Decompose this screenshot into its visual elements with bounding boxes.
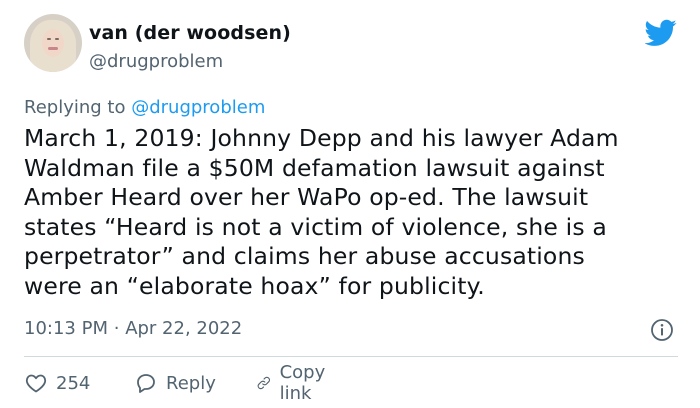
avatar-lips: [48, 47, 58, 50]
replying-to: Replying to @drugproblem: [24, 97, 265, 118]
reply-button[interactable]: Reply: [134, 370, 216, 396]
copy-link-button[interactable]: Copy link: [256, 362, 334, 404]
link-icon: [257, 376, 271, 390]
reply-bubble-icon: [137, 374, 155, 393]
replying-handle-link[interactable]: @drugproblem: [131, 97, 265, 118]
avatar[interactable]: [24, 14, 82, 72]
avatar-eye: [47, 38, 51, 40]
tweet-text: March 1, 2019: Johnny Depp and his lawye…: [24, 124, 619, 300]
divider: [24, 356, 678, 357]
twitter-bird-icon[interactable]: [645, 19, 677, 47]
author-name[interactable]: van (der woodsen): [89, 22, 291, 44]
tweet-timestamp[interactable]: 10:13 PM · Apr 22, 2022: [24, 318, 242, 339]
heart-icon: [25, 374, 47, 393]
copy-link-label: Copy link: [279, 362, 326, 404]
info-icon[interactable]: [650, 318, 674, 342]
replying-prefix: Replying to: [24, 97, 126, 118]
tweet-date[interactable]: Apr 22, 2022: [125, 318, 242, 339]
author-handle[interactable]: @drugproblem: [89, 51, 223, 72]
avatar-face: [42, 29, 64, 57]
like-count: 254: [56, 372, 91, 394]
meta-separator: ·: [113, 318, 120, 339]
like-button[interactable]: 254: [24, 370, 90, 396]
tweet-time[interactable]: 10:13 PM: [24, 318, 108, 339]
avatar-eye: [55, 38, 59, 40]
reply-label: Reply: [166, 372, 216, 394]
